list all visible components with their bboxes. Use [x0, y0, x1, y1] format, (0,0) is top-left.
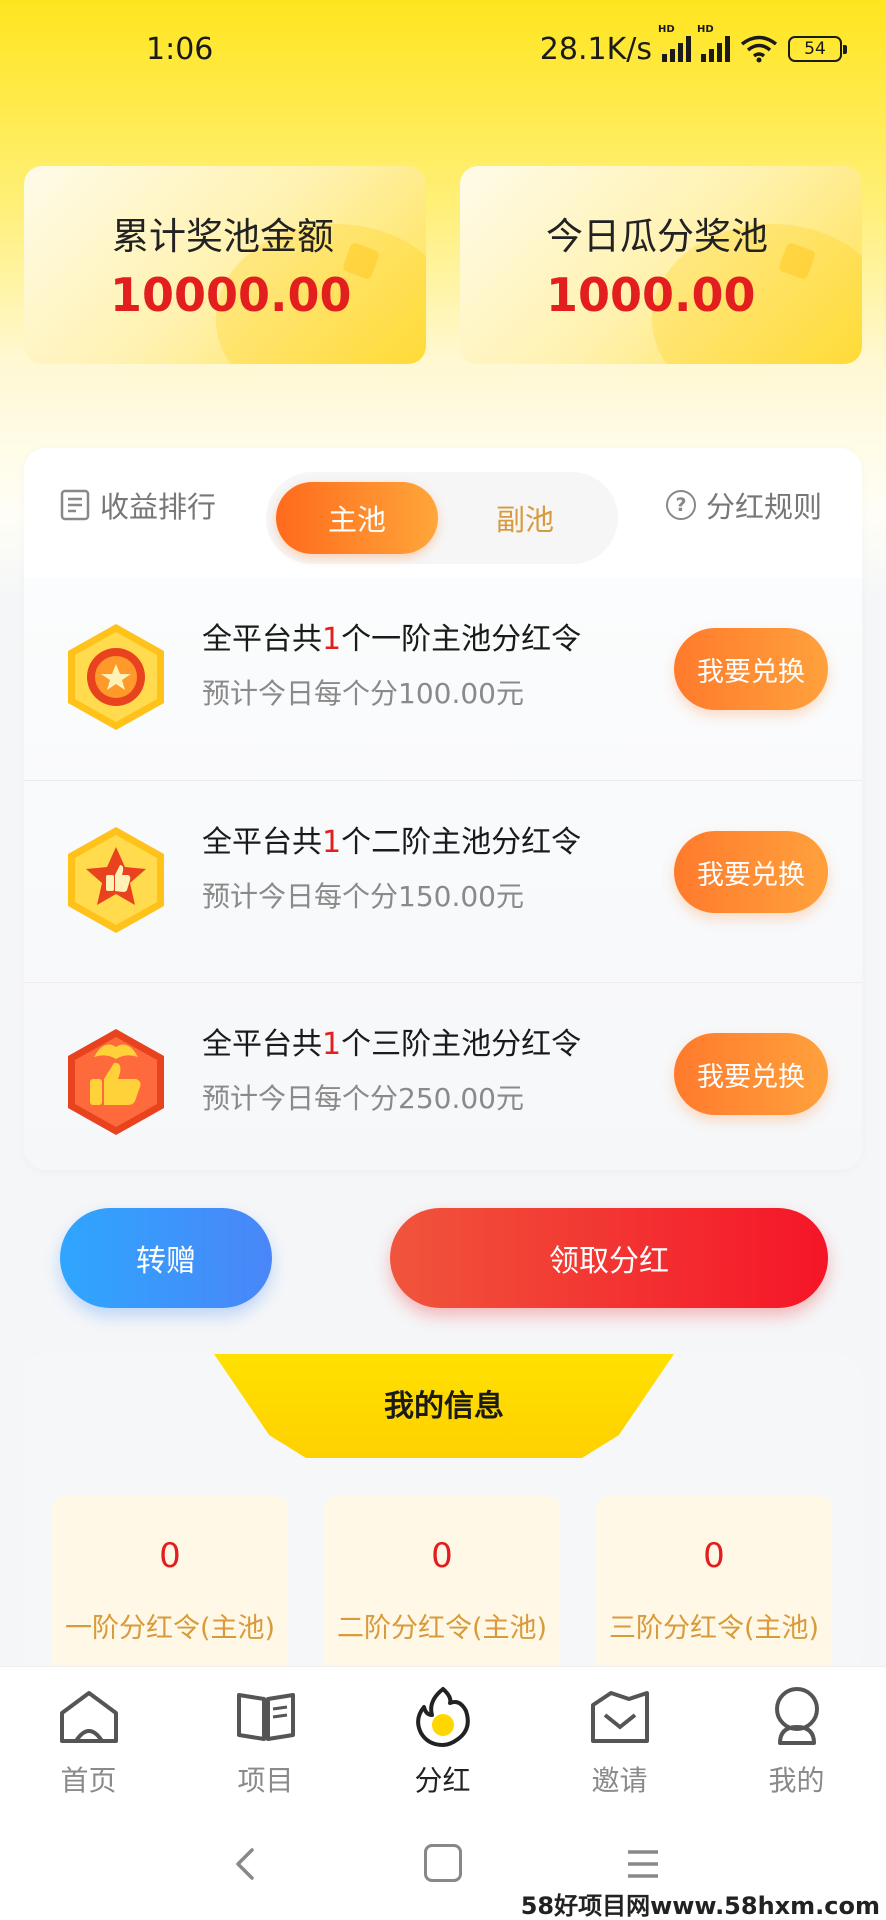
dividend-row-tier3: 全平台共1个三阶主池分红令 预计今日每个分250.00元 我要兑换 [24, 982, 862, 1170]
status-time: 1:06 [146, 31, 214, 67]
my-info-card: 我的信息 0 一阶分红令(主池) 0 二阶分红令(主池) 0 三阶分红令(主池) [24, 1354, 862, 1674]
earnings-ranking-link[interactable]: 收益排行 [60, 484, 216, 526]
wifi-icon [740, 35, 778, 63]
tab-main-pool[interactable]: 主池 [276, 482, 438, 554]
dividend-row-tier2: 全平台共1个二阶主池分红令 预计今日每个分150.00元 我要兑换 [24, 780, 862, 982]
dividend-card-header: 收益排行 主池 副池 ? 分红规则 [24, 448, 862, 578]
tab-label: 我的 [768, 1764, 825, 1797]
signal-icon: HD [658, 24, 691, 62]
home-square-icon[interactable] [424, 1844, 462, 1882]
tab-label: 首页 [60, 1764, 117, 1797]
list-icon [60, 489, 90, 521]
exchange-button-tier2[interactable]: 我要兑换 [674, 831, 828, 913]
tab-mine[interactable]: 我的 [708, 1667, 885, 1815]
dividend-row-subtitle: 预计今日每个分100.00元 [202, 677, 524, 710]
stat-value: 0 [159, 1536, 181, 1576]
star-medal-icon [68, 624, 164, 730]
watermark-text: 58好项目网www.58hxm.com [520, 1892, 880, 1920]
claim-dividend-button[interactable]: 领取分红 [390, 1208, 828, 1308]
bottom-tab-bar: 首页 项目 分红 邀请 我的 [0, 1666, 886, 1814]
back-icon[interactable] [226, 1844, 266, 1884]
menu-icon[interactable] [626, 1847, 660, 1881]
pool-segmented-control: 主池 副池 [266, 472, 618, 564]
stat-label: 二阶分红令(主池) [336, 1613, 548, 1644]
dividend-list: 全平台共1个一阶主池分红令 预计今日每个分100.00元 我要兑换 全平台共1个… [24, 578, 862, 1170]
stat-value: 0 [431, 1536, 453, 1576]
total-pool-amount: 10000.00 [110, 268, 352, 322]
tab-dividend[interactable]: 分红 [354, 1667, 531, 1815]
thumbs-up-flame-medal-icon [68, 1029, 164, 1135]
my-info-title: 我的信息 [214, 1354, 674, 1458]
question-icon: ? [666, 490, 696, 520]
total-pool-card: 累计奖池金额 10000.00 [24, 166, 426, 364]
home-icon [60, 1691, 118, 1743]
status-bar: 1:06 28.1K/s HD HD 54 [0, 0, 886, 98]
stat-tier2-main: 0 二阶分红令(主池) [324, 1496, 560, 1674]
signal-icon-2: HD [697, 24, 730, 62]
today-pool-title: 今日瓜分奖池 [546, 215, 768, 258]
network-speed: 28.1K/s [539, 31, 652, 67]
tab-label: 邀请 [591, 1764, 648, 1797]
stat-value: 0 [703, 1536, 725, 1576]
flame-icon [416, 1687, 470, 1747]
tab-projects[interactable]: 项目 [177, 1667, 354, 1815]
thumbs-up-medal-icon [68, 827, 164, 933]
stat-tier3-main: 0 三阶分红令(主池) [596, 1496, 832, 1674]
total-pool-title: 累计奖池金额 [112, 215, 334, 258]
book-icon [237, 1693, 295, 1741]
today-pool-amount: 1000.00 [546, 268, 756, 322]
battery-icon: 54 [788, 36, 847, 62]
dividend-row-title: 全平台共1个二阶主池分红令 [202, 825, 582, 860]
transfer-gift-button[interactable]: 转赠 [60, 1208, 272, 1308]
exchange-button-tier1[interactable]: 我要兑换 [674, 628, 828, 710]
today-pool-card: 今日瓜分奖池 1000.00 [460, 166, 862, 364]
dividend-rules-label: 分红规则 [706, 490, 823, 524]
dividend-row-title: 全平台共1个一阶主池分红令 [202, 622, 582, 657]
dividend-row-subtitle: 预计今日每个分250.00元 [202, 1082, 524, 1115]
stat-label: 三阶分红令(主池) [608, 1613, 820, 1644]
dividend-row-title: 全平台共1个三阶主池分红令 [202, 1027, 582, 1062]
dividend-rules-link[interactable]: ? 分红规则 [666, 484, 822, 526]
stat-label: 一阶分红令(主池) [64, 1613, 276, 1644]
dividend-row-tier1: 全平台共1个一阶主池分红令 预计今日每个分100.00元 我要兑换 [24, 578, 862, 780]
exchange-button-tier3[interactable]: 我要兑换 [674, 1033, 828, 1115]
earnings-ranking-label: 收益排行 [100, 490, 217, 524]
user-icon [775, 1687, 819, 1745]
tab-invite[interactable]: 邀请 [531, 1667, 708, 1815]
status-indicators: 28.1K/s HD HD 54 [539, 24, 847, 67]
envelope-icon [591, 1691, 649, 1743]
tab-home[interactable]: 首页 [0, 1667, 177, 1815]
dividend-row-subtitle: 预计今日每个分150.00元 [202, 880, 524, 913]
stat-tier1-main: 0 一阶分红令(主池) [52, 1496, 288, 1674]
dividend-card: 收益排行 主池 副池 ? 分红规则 全平台共1个一阶主池分红令 预计今日每个分1… [24, 448, 862, 1170]
tab-sub-pool[interactable]: 副池 [444, 482, 606, 554]
tab-label: 分红 [414, 1764, 471, 1797]
tab-label: 项目 [237, 1764, 294, 1797]
